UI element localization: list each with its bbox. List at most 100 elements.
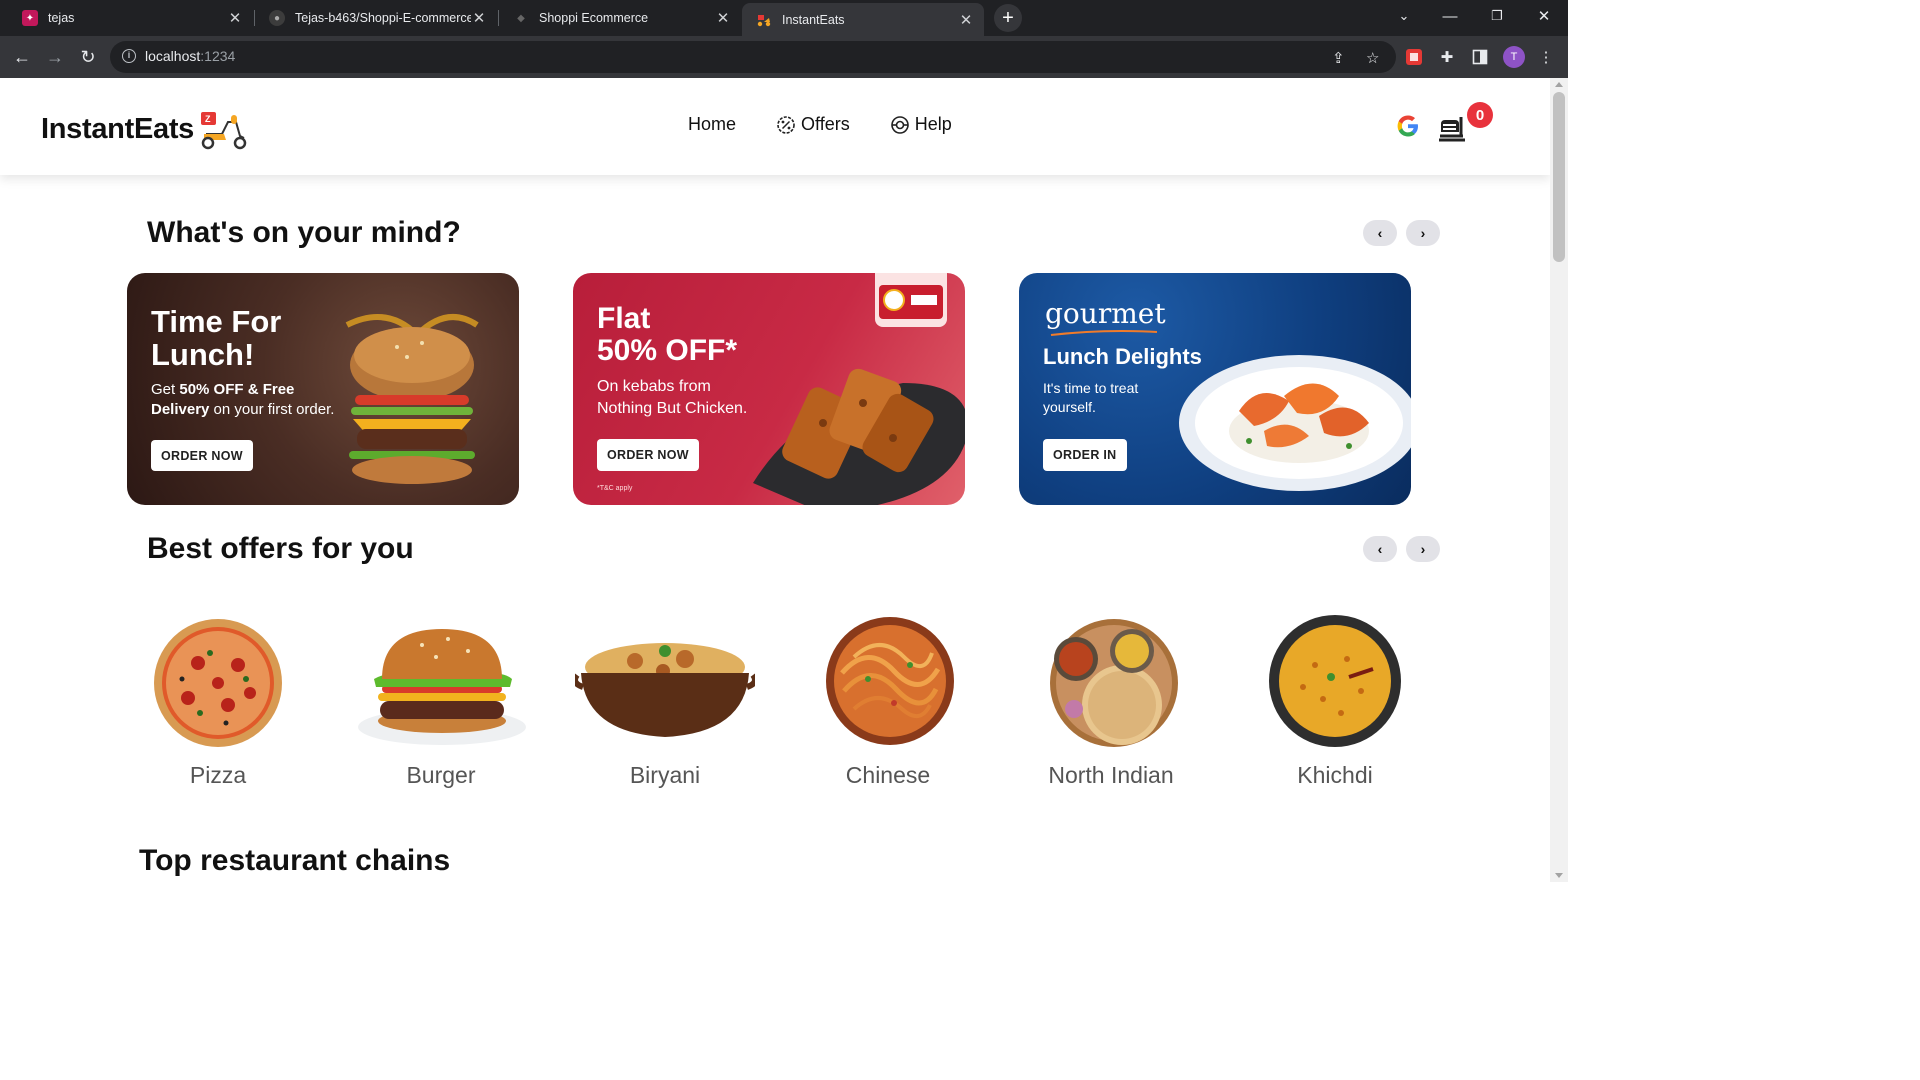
banner-headline-line-1: Time For xyxy=(151,304,282,339)
site-header: InstantEats Z Home Offers Help 0 xyxy=(0,78,1550,175)
share-icon[interactable]: ⇪ xyxy=(1332,49,1345,67)
browser-tab[interactable]: ● Tejas-b463/Shoppi-E-commerce ✕ xyxy=(255,3,497,33)
nav-home[interactable]: Home xyxy=(688,114,736,135)
scrollbar-thumb[interactable] xyxy=(1553,92,1565,262)
nav-help-label: Help xyxy=(914,114,952,134)
banner-sub-bold-2: Delivery xyxy=(151,401,210,419)
nothing-but-chicken-logo xyxy=(875,273,947,327)
banner-sub-rest: on your first order. xyxy=(209,401,335,419)
forward-arrow-icon[interactable]: → xyxy=(41,44,69,70)
banner-headline-line-1: Flat xyxy=(597,302,651,335)
browser-toolbar: ← → ↻ i localhost:1234 ⇪ ☆ ✚ T ⋮ xyxy=(0,36,1568,78)
url-host: localhost xyxy=(145,48,201,64)
banner-headline-line-2: 50% OFF* xyxy=(597,333,738,367)
category-chinese-label[interactable]: Chinese xyxy=(778,762,998,789)
scroll-down-arrow-icon[interactable] xyxy=(1555,873,1563,878)
scooter-logo-icon: Z xyxy=(201,112,247,150)
order-in-button[interactable]: ORDER IN xyxy=(1043,439,1127,471)
offers-carousel-prev-button[interactable]: ‹ xyxy=(1363,536,1397,562)
kebab-offer-banner[interactable]: Flat 50% OFF* On kebabs from Nothing But… xyxy=(573,273,965,505)
mind-carousel-next-button[interactable]: › xyxy=(1406,220,1440,246)
category-north-indian-label[interactable]: North Indian xyxy=(1001,762,1221,789)
close-tab-icon[interactable]: ✕ xyxy=(958,11,974,29)
globe-icon: ◆ xyxy=(513,10,529,26)
main-nav: Home Offers Help xyxy=(688,114,992,135)
banner-sub-prefix: Get xyxy=(151,381,180,398)
cart-bag-icon[interactable] xyxy=(1437,114,1467,142)
profile-avatar[interactable]: T xyxy=(1503,46,1525,68)
gourmet-lunch-banner[interactable]: gourmet Lunch Delights It's time to trea… xyxy=(1019,273,1411,505)
reload-icon[interactable]: ↻ xyxy=(74,44,102,70)
site-info-icon[interactable]: i xyxy=(122,49,136,63)
category-khichdi-label[interactable]: Khichdi xyxy=(1225,762,1445,789)
browser-tab[interactable]: ✦ tejas ✕ xyxy=(8,3,253,33)
browser-tab[interactable]: ◆ Shoppi Ecommerce ✕ xyxy=(499,3,741,33)
close-tab-icon[interactable]: ✕ xyxy=(227,9,243,27)
page-viewport: InstantEats Z Home Offers Help 0 What's … xyxy=(0,78,1550,882)
restore-window-button[interactable]: ❐ xyxy=(1474,0,1520,32)
offers-carousel-next-button[interactable]: › xyxy=(1406,536,1440,562)
category-chinese-image[interactable] xyxy=(798,613,978,753)
brand-swoosh-icon xyxy=(1050,330,1158,336)
category-burger-image[interactable] xyxy=(352,613,532,753)
banner-headline: Flat 50% OFF* xyxy=(597,303,737,366)
browser-menu-icon[interactable]: ⋮ xyxy=(1536,47,1556,67)
banner-sub-bold: 50% OFF & Free xyxy=(179,381,295,398)
lifebuoy-icon xyxy=(890,115,909,134)
burger-image xyxy=(345,314,479,484)
close-tab-icon[interactable]: ✕ xyxy=(715,9,731,27)
tab-search-chevron-icon[interactable]: ⌄ xyxy=(1381,0,1427,32)
banner-subtext: Get 50% OFF & Free Delivery on your firs… xyxy=(151,380,334,421)
banner-subtext: It's time to treat yourself. xyxy=(1043,379,1138,417)
google-signin-icon[interactable] xyxy=(1396,114,1420,138)
address-bar[interactable]: i localhost:1234 ⇪ ☆ xyxy=(110,41,1396,73)
side-panel-icon[interactable] xyxy=(1470,47,1490,67)
github-icon: ● xyxy=(269,10,285,26)
category-biryani-label[interactable]: Biryani xyxy=(555,762,775,789)
url-port: :1234 xyxy=(200,48,236,64)
banner-sub-line-1: On kebabs from xyxy=(597,378,711,395)
terms-text: *T&C apply xyxy=(597,485,633,492)
section-title-chains: Top restaurant chains xyxy=(139,844,451,877)
url-text: localhost:1234 xyxy=(145,48,235,64)
close-window-button[interactable]: ✕ xyxy=(1521,0,1567,32)
tab-favicon-icon: ✦ xyxy=(22,10,38,26)
banner-sub-line-1: It's time to treat xyxy=(1043,380,1139,396)
category-pizza-label[interactable]: Pizza xyxy=(108,762,328,789)
banner-headline: Time For Lunch! xyxy=(151,304,282,371)
order-now-button[interactable]: ORDER NOW xyxy=(597,439,699,471)
category-biryani-image[interactable] xyxy=(572,613,758,753)
scroll-up-arrow-icon[interactable] xyxy=(1555,82,1563,87)
nav-help[interactable]: Help xyxy=(890,114,952,135)
svg-text:Z: Z xyxy=(205,114,211,124)
category-north-indian-image[interactable] xyxy=(1022,613,1202,753)
minimize-window-button[interactable]: — xyxy=(1427,0,1473,32)
extension-red-icon[interactable] xyxy=(1404,47,1424,67)
order-now-button[interactable]: ORDER NOW xyxy=(151,440,253,471)
tab-title: Shoppi Ecommerce xyxy=(539,11,649,25)
section-title-offers: Best offers for you xyxy=(147,532,414,565)
lunch-offer-banner[interactable]: Time For Lunch! Get 50% OFF & Free Deliv… xyxy=(127,273,519,505)
category-burger-label[interactable]: Burger xyxy=(331,762,551,789)
banner-sub-line-2: yourself. xyxy=(1043,398,1096,415)
bookmark-star-icon[interactable]: ☆ xyxy=(1366,49,1379,67)
section-title-mind: What's on your mind? xyxy=(147,216,461,249)
logo[interactable]: InstantEats Z xyxy=(41,108,250,150)
category-khichdi-image[interactable] xyxy=(1245,613,1425,753)
cart-count-badge: 0 xyxy=(1467,102,1493,128)
browser-tab-active[interactable]: InstantEats ✕ xyxy=(742,3,984,36)
tab-title: Tejas-b463/Shoppi-E-commerce xyxy=(295,11,471,25)
close-tab-icon[interactable]: ✕ xyxy=(471,9,487,27)
tab-title: InstantEats xyxy=(782,12,845,27)
back-arrow-icon[interactable]: ← xyxy=(8,44,36,70)
category-pizza-image[interactable] xyxy=(128,613,308,753)
gourmet-brand-text: gourmet xyxy=(1045,297,1166,330)
shrimp-rice-plate-image xyxy=(1179,355,1411,491)
logo-text: InstantEats xyxy=(41,112,195,145)
nav-offers[interactable]: Offers xyxy=(776,114,850,135)
new-tab-button[interactable]: + xyxy=(994,4,1022,32)
kebab-image xyxy=(753,368,965,505)
mind-carousel-prev-button[interactable]: ‹ xyxy=(1363,220,1397,246)
extensions-puzzle-icon[interactable]: ✚ xyxy=(1437,47,1457,67)
page-scrollbar[interactable] xyxy=(1550,78,1568,882)
